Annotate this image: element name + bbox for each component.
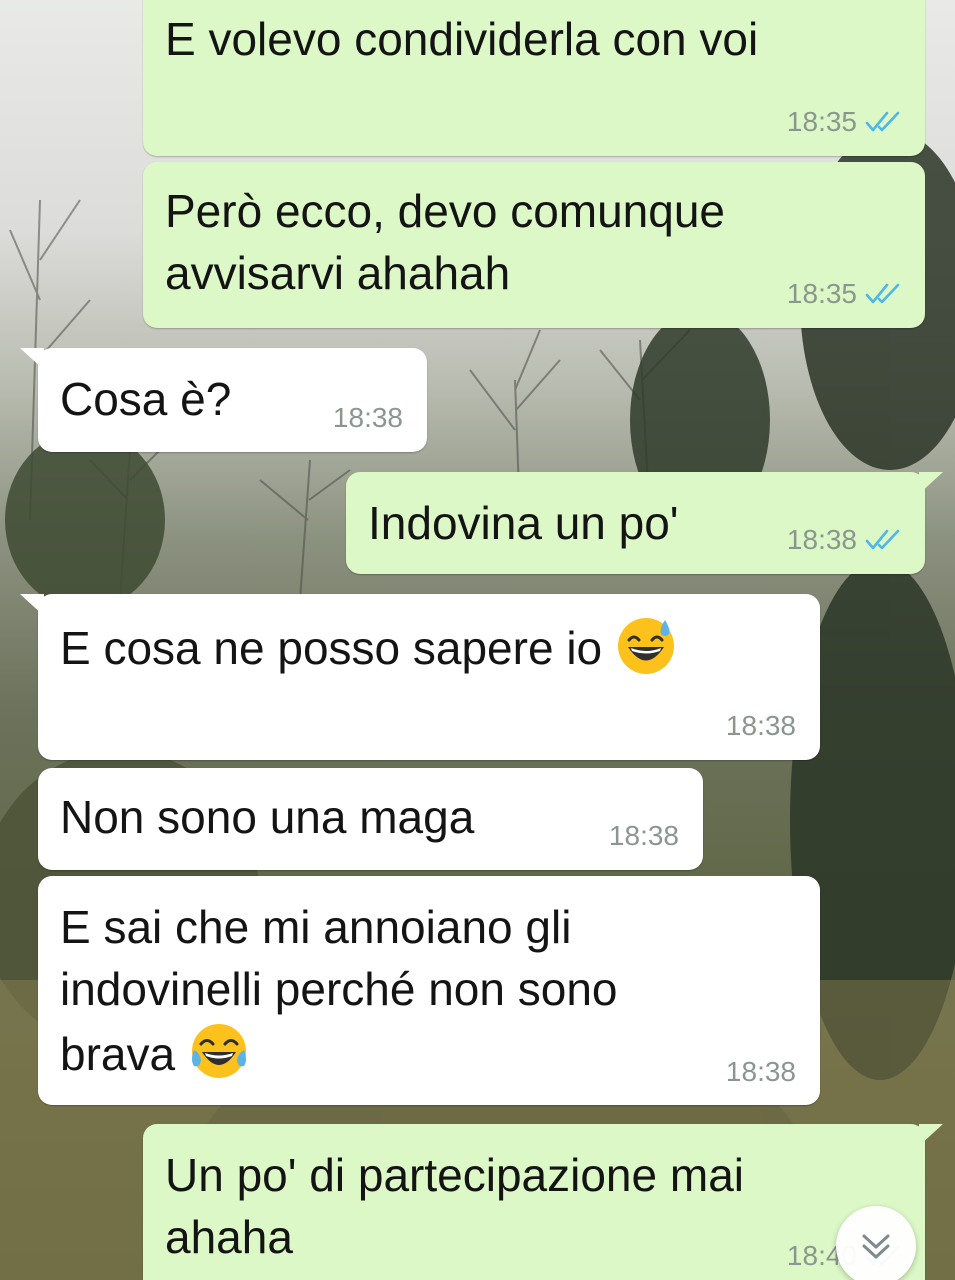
scroll-to-bottom-button[interactable] <box>836 1206 916 1280</box>
face-with-tears-of-joy-emoji <box>188 1020 250 1082</box>
message-text-line: indovinelli perché non sono <box>60 963 618 1015</box>
message-text-line: Però ecco, devo comunque <box>165 185 726 237</box>
message-text-content: E cosa ne posso sapere io <box>60 622 603 674</box>
double-chevron-down-icon <box>862 1234 890 1259</box>
message-bubble-incoming[interactable]: E cosa ne posso sapere io 18:38 <box>20 594 820 760</box>
message-bubble-outgoing[interactable]: Però ecco, devo comunque avvisarvi ahaha… <box>143 162 925 328</box>
message-meta: 18:38 <box>726 710 796 742</box>
message-text: E volevo condividerla con voi <box>165 13 759 65</box>
message-text-line: brava <box>60 1020 250 1085</box>
bubble-tail <box>20 594 44 616</box>
message-time: 18:35 <box>786 106 857 137</box>
message-time: 18:35 <box>786 278 857 309</box>
double-check-icon <box>865 282 905 306</box>
message-time: 18:38 <box>725 710 796 741</box>
message-meta: 18:38 <box>726 1056 796 1088</box>
message-meta: 18:38 <box>787 524 905 556</box>
message-meta: 18:35 <box>787 106 905 138</box>
message-time: 18:38 <box>786 524 857 555</box>
bubble-tail <box>20 348 44 370</box>
message-bubble-incoming[interactable]: E sai che mi annoiano gli indovinelli pe… <box>38 876 820 1105</box>
message-text-line: avvisarvi ahahah <box>165 247 511 299</box>
double-check-icon <box>865 528 905 552</box>
message-text-line: Un po' di partecipazione mai <box>165 1149 744 1201</box>
message-text-line: ahaha <box>165 1211 293 1263</box>
message-text: Non sono una maga <box>60 791 475 843</box>
double-check-icon <box>865 110 905 134</box>
message-meta: 18:38 <box>333 402 403 434</box>
message-meta: 18:38 <box>609 820 679 852</box>
message-bubble-outgoing[interactable]: E volevo condividerla con voi 18:35 <box>143 0 925 156</box>
bubble-tail <box>919 472 943 494</box>
message-text: Indovina un po' <box>368 497 679 549</box>
message-text: E cosa ne posso sapere io <box>60 614 677 679</box>
bubble-tail <box>919 1124 943 1146</box>
grinning-face-with-sweat-emoji <box>615 614 677 676</box>
message-bubble-incoming[interactable]: Non sono una maga 18:38 <box>38 768 703 870</box>
message-meta: 18:35 <box>787 278 905 310</box>
message-time: 18:38 <box>608 820 679 851</box>
message-text-content: brava <box>60 1028 176 1080</box>
message-text: Cosa è? <box>60 373 232 425</box>
message-time: 18:38 <box>332 402 403 433</box>
message-bubble-outgoing[interactable]: Indovina un po' 18:38 <box>346 472 943 574</box>
message-time: 18:38 <box>725 1056 796 1087</box>
message-text-line: E sai che mi annoiano gli <box>60 901 572 953</box>
message-bubble-incoming[interactable]: Cosa è? 18:38 <box>20 348 427 452</box>
message-bubble-outgoing[interactable]: Un po' di partecipazione mai ahaha 18:40 <box>143 1124 943 1280</box>
